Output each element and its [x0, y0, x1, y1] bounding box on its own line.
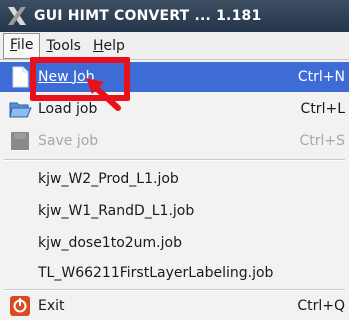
open-folder-icon — [9, 102, 32, 118]
menu-separator — [4, 159, 345, 161]
menu-item-save-job[interactable]: Save job Ctrl+S — [0, 126, 349, 156]
recent-file-label: kjw_W2_Prod_L1.job — [38, 171, 179, 187]
new-document-icon — [12, 66, 29, 88]
menu-item-label: Exit — [38, 298, 65, 314]
menu-item-shortcut: Ctrl+L — [300, 101, 345, 117]
window-title: GUI HIMT CONVERT ... 1.181 — [34, 8, 262, 24]
recent-file-label: kjw_W1_RandD_L1.job — [38, 203, 195, 219]
menu-item-exit[interactable]: Exit Ctrl+Q — [0, 291, 349, 321]
menu-item-shortcut: Ctrl+Q — [297, 298, 345, 314]
window-titlebar: GUI HIMT CONVERT ... 1.181 — [0, 0, 349, 32]
menu-file[interactable]: File — [3, 32, 41, 59]
menu-help[interactable]: Help — [87, 34, 131, 58]
annotation-arrow-icon — [86, 78, 121, 111]
exit-icon — [10, 296, 30, 316]
recent-file-label: TL_W66211FirstLayerLabeling.job — [38, 265, 274, 281]
recent-file-item[interactable]: kjw_W2_Prod_L1.job — [0, 164, 349, 194]
menu-bar: File Tools Help — [0, 32, 349, 60]
menu-item-shortcut: Ctrl+S — [299, 133, 345, 149]
menu-item-shortcut: Ctrl+N — [297, 69, 345, 85]
recent-file-label: kjw_dose1to2um.job — [38, 235, 182, 251]
save-icon — [11, 132, 29, 150]
recent-file-item[interactable]: kjw_W1_RandD_L1.job — [0, 196, 349, 226]
x-logo-icon — [8, 7, 26, 25]
menu-tools[interactable]: Tools — [40, 34, 87, 58]
recent-file-item[interactable]: kjw_dose1to2um.job — [0, 228, 349, 258]
recent-file-item[interactable]: TL_W66211FirstLayerLabeling.job — [0, 258, 349, 288]
menu-item-label: Save job — [38, 133, 99, 149]
